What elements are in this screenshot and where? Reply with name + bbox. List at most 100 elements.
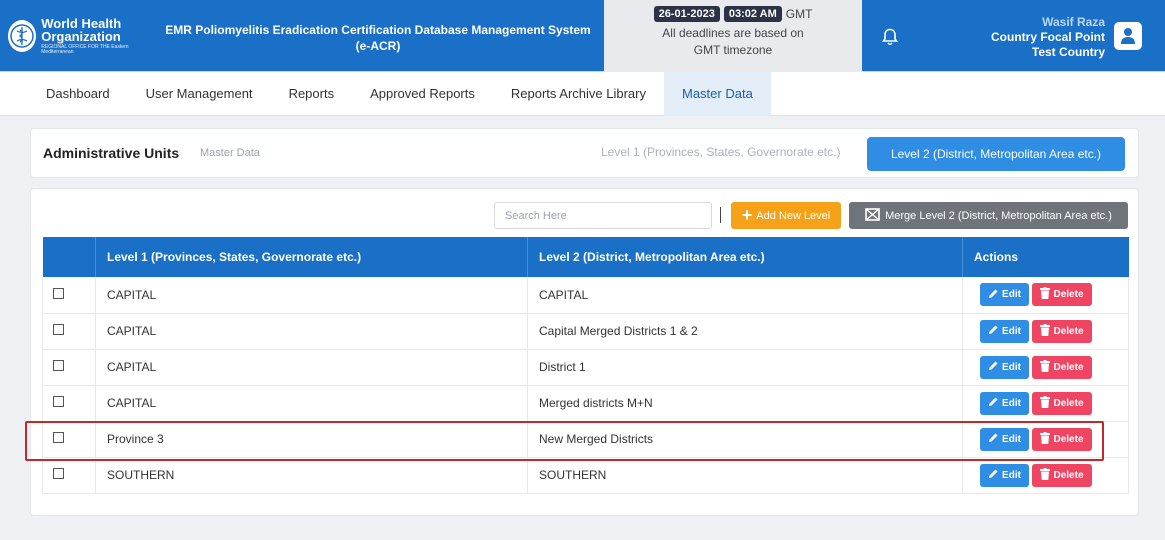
row-checkbox[interactable] bbox=[53, 324, 64, 335]
edit-button[interactable]: Edit bbox=[980, 283, 1029, 307]
user-info[interactable]: Wasif Raza Country Focal Point Test Coun… bbox=[970, 15, 1105, 60]
level2-cell: SOUTHERN bbox=[527, 457, 963, 494]
delete-button[interactable]: Delete bbox=[1032, 355, 1092, 379]
pencil-icon bbox=[988, 396, 999, 410]
level1-column-header[interactable]: Level 1 (Provinces, States, Governorate … bbox=[95, 237, 528, 277]
table-header-row: Level 1 (Provinces, States, Governorate … bbox=[42, 237, 1129, 277]
trash-icon bbox=[1040, 395, 1051, 411]
org-name: World Health Organization REGIONAL OFFIC… bbox=[41, 17, 148, 55]
who-emblem-icon bbox=[8, 20, 37, 52]
nav-dashboard[interactable]: Dashboard bbox=[28, 72, 128, 116]
merge-level-2-button[interactable]: Merge Level 2 (District, Metropolitan Ar… bbox=[849, 202, 1128, 229]
delete-button[interactable]: Delete bbox=[1032, 427, 1092, 451]
delete-label: Delete bbox=[1053, 397, 1084, 409]
level2-cell: New Merged Districts bbox=[527, 421, 963, 458]
bell-icon[interactable] bbox=[880, 26, 900, 48]
delete-button[interactable]: Delete bbox=[1032, 391, 1092, 415]
search-input[interactable] bbox=[494, 202, 712, 229]
edit-label: Edit bbox=[1002, 433, 1021, 445]
actions-cell: Edit Delete bbox=[962, 277, 1129, 314]
edit-button[interactable]: Edit bbox=[980, 355, 1029, 379]
datetime-panel: 26-01-2023 03:02 AM GMT All deadlines ar… bbox=[604, 0, 862, 72]
system-title: EMR Poliomyelitis Eradication Certificat… bbox=[165, 23, 591, 53]
edit-label: Edit bbox=[1002, 469, 1021, 481]
nav-master-data[interactable]: Master Data bbox=[664, 72, 771, 116]
trash-icon bbox=[1040, 431, 1051, 447]
trash-icon bbox=[1040, 467, 1051, 483]
level1-cell: SOUTHERN bbox=[95, 457, 528, 494]
user-name: Wasif Raza bbox=[1042, 15, 1105, 29]
row-select-cell bbox=[42, 349, 96, 386]
row-checkbox[interactable] bbox=[53, 360, 64, 371]
row-select-cell bbox=[42, 277, 96, 314]
level2-column-header[interactable]: Level 2 (District, Metropolitan Area etc… bbox=[527, 237, 963, 277]
row-select-cell bbox=[42, 457, 96, 494]
delete-label: Delete bbox=[1053, 469, 1084, 481]
nav-approved-reports[interactable]: Approved Reports bbox=[352, 72, 493, 116]
user-icon[interactable] bbox=[1114, 22, 1142, 50]
edit-label: Edit bbox=[1002, 361, 1021, 373]
table-row: SOUTHERN SOUTHERN Edit Delete bbox=[42, 457, 1129, 494]
nav-user-management[interactable]: User Management bbox=[128, 72, 271, 116]
row-select-cell bbox=[42, 421, 96, 458]
delete-button[interactable]: Delete bbox=[1032, 283, 1092, 307]
actions-cell: Edit Delete bbox=[962, 313, 1129, 350]
level1-cell: Province 3 bbox=[95, 421, 528, 458]
who-logo[interactable]: World Health Organization REGIONAL OFFIC… bbox=[8, 16, 148, 56]
edit-button[interactable]: Edit bbox=[980, 319, 1029, 343]
pencil-icon bbox=[988, 324, 999, 338]
level1-cell: CAPITAL bbox=[95, 277, 528, 314]
current-date: 26-01-2023 bbox=[653, 6, 720, 22]
row-checkbox[interactable] bbox=[53, 432, 64, 443]
delete-button[interactable]: Delete bbox=[1032, 463, 1092, 487]
administrative-units-table: Level 1 (Provinces, States, Governorate … bbox=[42, 237, 1129, 494]
toolbar-separator bbox=[720, 207, 721, 223]
add-new-level-button[interactable]: + Add New Level bbox=[731, 202, 841, 229]
data-card: + Add New Level Merge Level 2 (District,… bbox=[30, 188, 1139, 516]
select-column-header bbox=[42, 237, 96, 277]
delete-label: Delete bbox=[1053, 289, 1084, 301]
row-checkbox[interactable] bbox=[53, 287, 64, 299]
table-row: Province 3 New Merged Districts Edit Del… bbox=[42, 421, 1129, 458]
nav-reports-archive-library[interactable]: Reports Archive Library bbox=[493, 72, 664, 116]
main-nav: Dashboard User Management Reports Approv… bbox=[0, 72, 1165, 116]
trash-icon bbox=[1040, 323, 1051, 339]
row-select-cell bbox=[42, 385, 96, 422]
plus-icon: + bbox=[741, 204, 753, 225]
tab-level-2[interactable]: Level 2 (District, Metropolitan Area etc… bbox=[867, 137, 1125, 171]
actions-cell: Edit Delete bbox=[962, 385, 1129, 422]
actions-cell: Edit Delete bbox=[962, 421, 1129, 458]
actions-cell: Edit Delete bbox=[962, 349, 1129, 386]
org-region: REGIONAL OFFICE FOR THE Eastern Mediterr… bbox=[41, 44, 129, 55]
row-checkbox[interactable] bbox=[53, 468, 64, 479]
actions-column-header: Actions bbox=[962, 237, 1129, 277]
merge-icon bbox=[865, 207, 880, 224]
delete-button[interactable]: Delete bbox=[1032, 319, 1092, 343]
org-name-line2: Organization bbox=[41, 29, 121, 44]
level1-cell: CAPITAL bbox=[95, 313, 528, 350]
user-role: Country Focal Point Test Country bbox=[991, 30, 1105, 59]
level1-cell: CAPITAL bbox=[95, 349, 528, 386]
trash-icon bbox=[1040, 359, 1051, 375]
row-checkbox[interactable] bbox=[53, 396, 64, 407]
row-select-cell bbox=[42, 313, 96, 350]
level1-cell: CAPITAL bbox=[95, 385, 528, 422]
pencil-icon bbox=[988, 288, 999, 302]
deadline-note: All deadlines are based on GMT timezone bbox=[662, 26, 804, 57]
top-header: World Health Organization REGIONAL OFFIC… bbox=[0, 0, 1165, 72]
table-row: CAPITAL District 1 Edit Delete bbox=[42, 349, 1129, 386]
actions-cell: Edit Delete bbox=[962, 457, 1129, 494]
edit-button[interactable]: Edit bbox=[980, 463, 1029, 487]
delete-label: Delete bbox=[1053, 433, 1084, 445]
edit-button[interactable]: Edit bbox=[980, 391, 1029, 415]
timezone-label: GMT bbox=[785, 7, 813, 21]
level2-cell: CAPITAL bbox=[527, 277, 963, 314]
level2-cell: Merged districts M+N bbox=[527, 385, 963, 422]
current-time: 03:02 AM bbox=[723, 6, 782, 22]
nav-reports[interactable]: Reports bbox=[271, 72, 353, 116]
edit-label: Edit bbox=[1002, 325, 1021, 337]
tab-level-1[interactable]: Level 1 (Provinces, States, Governorate … bbox=[601, 145, 840, 159]
edit-button[interactable]: Edit bbox=[980, 427, 1029, 451]
pencil-icon bbox=[988, 360, 999, 374]
edit-label: Edit bbox=[1002, 289, 1021, 301]
